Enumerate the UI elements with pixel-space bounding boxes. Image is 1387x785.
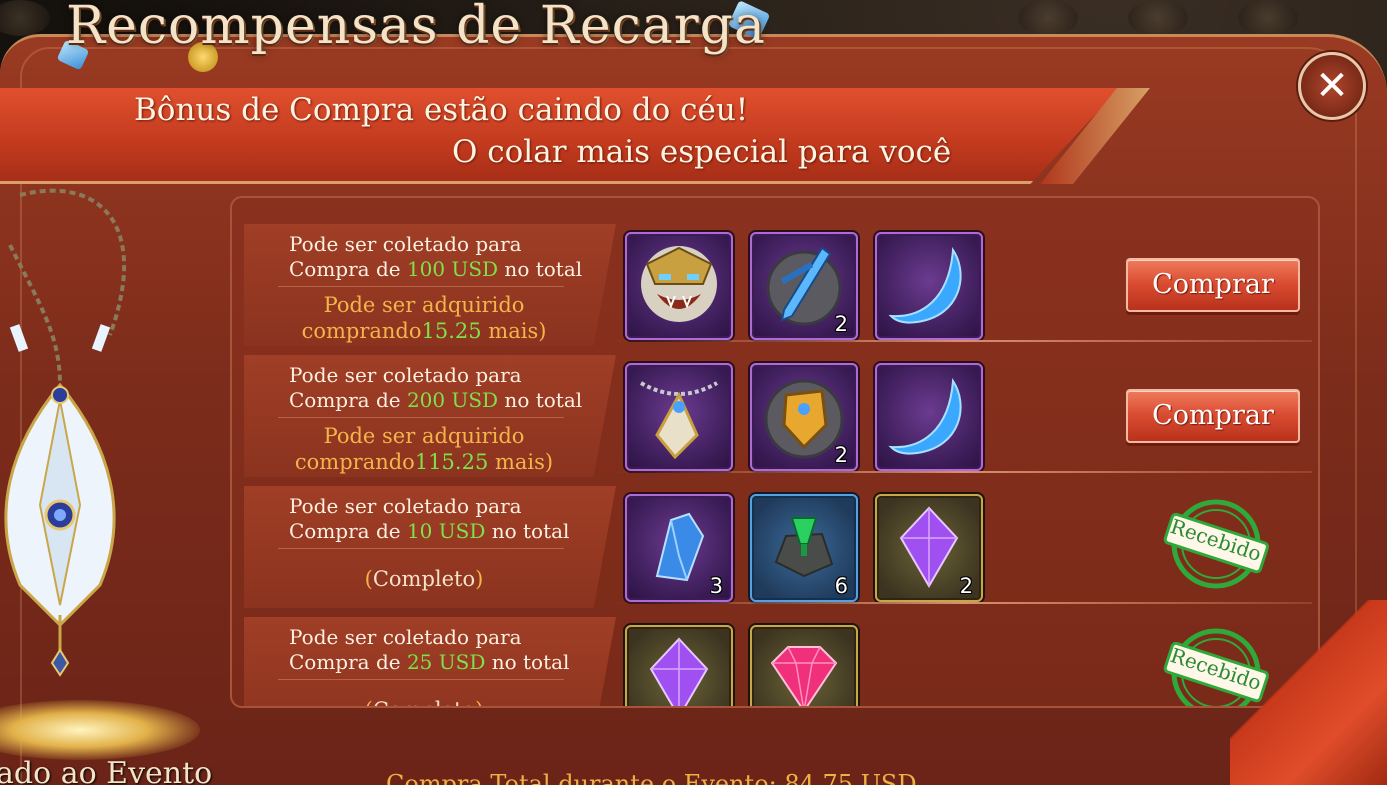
amount-value: 100 USD [406,257,499,281]
amount-prefix: Compra de [289,388,407,412]
necklace-icon [4,188,127,677]
reward-amount-line: Compra de 200 USD no total [289,388,582,413]
lion-helmet-icon [641,246,717,322]
reward-amount-line: Compra de 10 USD no total [289,519,569,544]
progress-line-2: comprando115.25 mais) [244,449,604,475]
reward-item-slot[interactable]: 2 [875,494,983,602]
row-divider [612,471,1312,473]
reward-item-slot[interactable]: 6 [750,494,858,602]
reward-condition-label: Pode ser coletado para [289,363,522,387]
background-tools-icon [1128,0,1188,36]
buy-button[interactable]: Comprar [1126,389,1300,443]
progress-line-1: Pode ser adquirido [323,293,525,317]
remaining-amount: 115.25 [414,450,489,474]
row-divider [612,340,1312,342]
reward-progress-text: Pode ser adquirido comprando15.25 mais) [244,292,604,344]
amount-value: 10 USD [406,519,486,543]
amount-suffix: no total [485,650,570,674]
row-divider [612,602,1312,604]
reward-item-slot[interactable] [750,625,858,706]
divider [278,548,564,549]
item-count: 2 [834,443,848,467]
divider [278,286,564,287]
divider [278,417,564,418]
reward-row: Pode ser coletado para Compra de 200 USD… [232,351,1318,477]
remaining-amount: 15.25 [421,319,482,343]
reward-condition-label: Pode ser coletado para [289,625,522,649]
status-paren-open: ( [365,698,373,706]
amount-prefix: Compra de [289,519,407,543]
background-chest-icon [1238,0,1298,36]
pink-gem-icon [770,646,838,706]
buy-button[interactable]: Comprar [1126,258,1300,312]
close-button[interactable]: ✕ [1298,52,1366,120]
reward-status-text: (Completo) [244,566,604,592]
reward-amount-line: Compra de 100 USD no total [289,257,582,282]
progress-line-2: comprando15.25 mais) [244,318,604,344]
ribbon-decoration [1230,600,1387,785]
divider [278,679,564,680]
reward-item-slot[interactable] [875,363,983,471]
progress-line-1: Pode ser adquirido [323,424,525,448]
amount-prefix: Compra de [289,257,407,281]
reward-condition-label: Pode ser coletado para [289,232,522,256]
game-screen: Recompensas de Recarga ✕ Bônus de Compra… [0,0,1387,785]
reward-item-slot[interactable]: 2 [750,363,858,471]
reward-condition-label: Pode ser coletado para [289,494,522,518]
amount-value: 25 USD [406,650,486,674]
item-count: 6 [834,574,848,598]
amount-suffix: no total [498,257,583,281]
progress-suffix: mais) [481,319,547,343]
status-paren-open: ( [364,567,373,591]
reward-info-box: Pode ser coletado para Compra de 25 USD … [244,617,616,706]
reward-item-slot[interactable] [625,363,733,471]
page-title: Recompensas de Recarga [66,0,766,56]
reward-list[interactable]: Pode ser coletado para Compra de 100 USD… [230,196,1320,708]
reward-item-slot[interactable] [625,625,733,706]
reward-row: Pode ser coletado para Compra de 10 USD … [232,482,1318,608]
received-stamp: Recebido [1162,496,1270,592]
pendant-amulet-icon [639,381,719,460]
close-icon: ✕ [1315,63,1349,109]
event-total-purchase: Compra Total durante o Evento: 84.75 USD [386,770,917,785]
reward-item-slot[interactable] [875,232,983,340]
amount-prefix: Compra de [289,650,407,674]
event-link-label[interactable]: ado ao Evento [0,756,212,785]
purple-diamond-icon [649,637,709,706]
status-label: Completo [373,698,475,706]
item-count: 2 [959,574,973,598]
reward-item-slot[interactable]: 2 [750,232,858,340]
progress-suffix: mais) [488,450,554,474]
reward-info-box: Pode ser coletado para Compra de 10 USD … [244,486,616,608]
progress-prefix: comprando [294,450,415,474]
amount-value: 200 USD [406,388,499,412]
progress-prefix: comprando [301,319,422,343]
reward-info-box: Pode ser coletado para Compra de 200 USD… [244,355,616,477]
background-building-icon [1018,0,1078,36]
status-paren-close: ) [475,567,484,591]
reward-row: Pode ser coletado para Compra de 25 USD … [232,613,1318,706]
background-emblem-icon [0,0,50,36]
reward-row: Pode ser coletado para Compra de 100 USD… [232,220,1318,346]
amount-suffix: no total [485,519,570,543]
crescent-moon-icon [888,378,962,455]
amount-suffix: no total [498,388,583,412]
item-count: 2 [834,312,848,336]
banner-line-1: Bônus de Compra estão caindo do céu! [134,92,749,128]
status-label: Completo [372,567,476,591]
reward-info-box: Pode ser coletado para Compra de 100 USD… [244,224,616,346]
status-paren-close: ) [475,698,483,706]
reward-status-text: (Completo) [244,697,604,706]
reward-amount-line: Compra de 25 USD no total [289,650,569,675]
reward-progress-text: Pode ser adquirido comprando115.25 mais) [244,423,604,475]
reward-item-slot[interactable] [625,232,733,340]
banner-line-2: O colar mais especial para você [452,134,952,170]
crescent-moon-icon [888,247,962,324]
item-count: 3 [709,574,723,598]
reward-item-slot[interactable]: 3 [625,494,733,602]
